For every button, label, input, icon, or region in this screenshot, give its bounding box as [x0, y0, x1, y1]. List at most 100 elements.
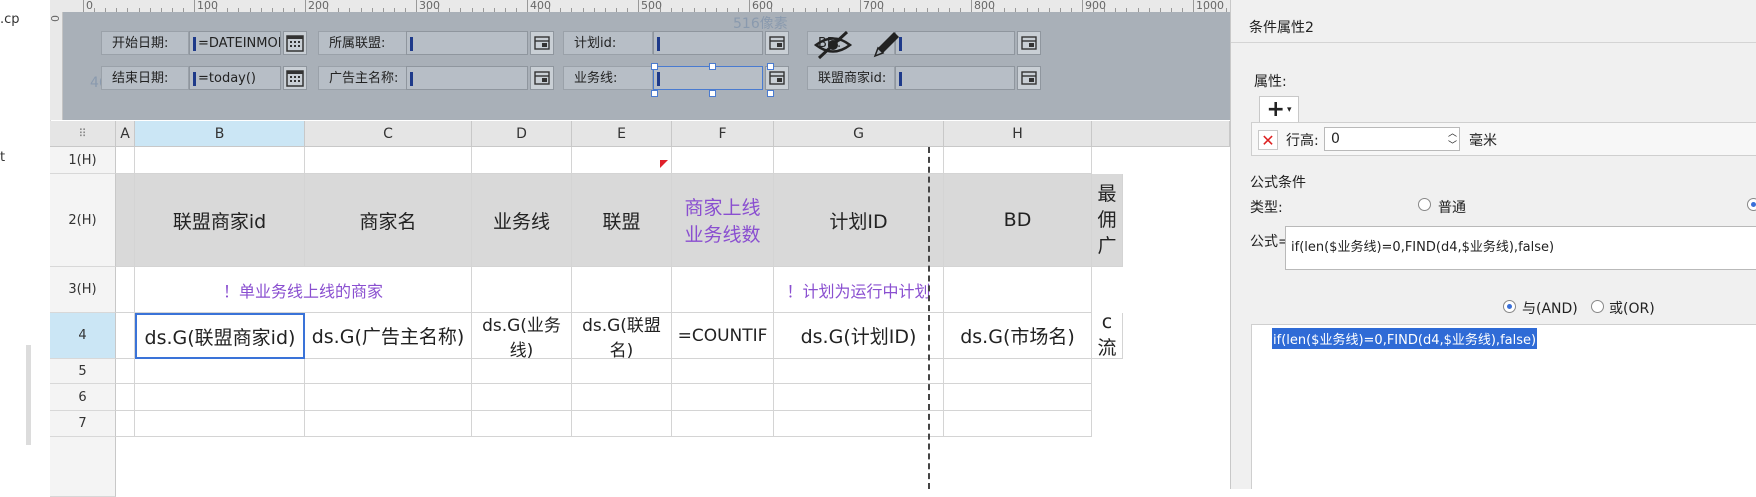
grid-cell[interactable]	[135, 359, 305, 384]
grid-cell[interactable]	[305, 411, 472, 437]
condition-list[interactable]: if(len($业务线)=0,FIND(d4,$业务线),false)	[1251, 324, 1756, 489]
list-picker-icon[interactable]	[530, 66, 554, 90]
grid-cell[interactable]	[944, 267, 1092, 313]
calendar-icon[interactable]	[283, 66, 307, 90]
grid-cell[interactable]	[944, 411, 1092, 437]
column-header[interactable]: D	[472, 121, 572, 147]
grid-cell[interactable]	[116, 359, 135, 384]
grid-cell[interactable]	[944, 384, 1092, 411]
grid-cell[interactable]	[774, 384, 944, 411]
row-header[interactable]: 7	[50, 411, 116, 437]
grid-cell[interactable]	[944, 359, 1092, 384]
grid-cell[interactable]	[116, 147, 135, 174]
header-cell[interactable]: 商家上线业务线数	[672, 174, 774, 267]
grid-cell[interactable]	[944, 147, 1092, 174]
hidden-eye-icon[interactable]	[813, 30, 853, 64]
grid-cell[interactable]	[472, 411, 572, 437]
calendar-icon[interactable]	[283, 31, 307, 55]
param-input[interactable]	[895, 66, 1015, 90]
type-formula-radio[interactable]	[1747, 198, 1756, 211]
grid-cell[interactable]	[472, 147, 572, 174]
formula-cell[interactable]: ds.G(计划ID)	[774, 313, 944, 359]
grid-cell[interactable]	[116, 384, 135, 411]
condition-item-selected[interactable]: if(len($业务线)=0,FIND(d4,$业务线),false)	[1272, 328, 1538, 349]
row-header[interactable]: 3(H)	[50, 267, 116, 313]
header-cell[interactable]: 计划ID	[774, 174, 944, 267]
column-header[interactable]: A	[116, 121, 135, 147]
grid-cell[interactable]	[672, 147, 774, 174]
formula-cell[interactable]: ds.G(联盟商家id)	[135, 313, 305, 359]
grid-cell[interactable]	[672, 411, 774, 437]
grid-cell[interactable]	[305, 384, 472, 411]
selection-handle[interactable]	[767, 63, 774, 70]
grid-cell[interactable]	[135, 384, 305, 411]
header-cell[interactable]: 业务线	[472, 174, 572, 267]
formula-cell[interactable]: c流	[1092, 313, 1123, 359]
grid-cell[interactable]	[572, 411, 672, 437]
column-header[interactable]: H	[944, 121, 1092, 147]
grid-cell[interactable]	[472, 359, 572, 384]
grid-cell[interactable]	[116, 313, 135, 359]
header-cell[interactable]: BD	[944, 174, 1092, 267]
formula-cell[interactable]: ds.G(广告主名称)	[305, 313, 472, 359]
row-header[interactable]: 5	[50, 359, 116, 384]
delete-icon[interactable]: ✕	[1258, 130, 1278, 150]
grid-cell[interactable]	[135, 411, 305, 437]
formula-input[interactable]: if(len($业务线)=0,FIND(d4,$业务线),false)	[1285, 226, 1756, 270]
param-input[interactable]	[653, 31, 763, 55]
report-grid[interactable]: ⠿ A B C D E F G H 1(H) 2(H) 3(H) 4 5 6 7 联盟商家id 商家名 业务线 联盟商…	[50, 121, 1230, 497]
formula-cell[interactable]: ds.G(联盟名)	[572, 313, 672, 359]
selection-handle[interactable]	[709, 63, 716, 70]
grid-cell[interactable]	[572, 384, 672, 411]
column-header[interactable]: E	[572, 121, 672, 147]
logic-or-radio[interactable]	[1591, 300, 1604, 313]
column-header-partial[interactable]	[1092, 121, 1230, 147]
grid-cell[interactable]	[572, 147, 672, 174]
list-picker-icon[interactable]	[530, 31, 554, 55]
grid-cell[interactable]	[774, 147, 944, 174]
column-header[interactable]: C	[305, 121, 472, 147]
header-cell[interactable]: 联盟	[572, 174, 672, 267]
grid-cell[interactable]	[116, 411, 135, 437]
grid-cell[interactable]	[672, 384, 774, 411]
grid-cell[interactable]	[672, 267, 774, 313]
scrollbar[interactable]	[26, 345, 31, 445]
list-picker-icon[interactable]	[1017, 66, 1041, 90]
stepper-down-icon[interactable]: ﹀	[1448, 138, 1457, 151]
row-header[interactable]: 1(H)	[50, 147, 116, 174]
row-header[interactable]: 6	[50, 384, 116, 411]
grid-cell[interactable]	[116, 267, 135, 313]
grid-cell[interactable]	[472, 267, 572, 313]
selection-handle[interactable]	[651, 63, 658, 70]
row-header[interactable]: 4	[50, 313, 116, 359]
formula-cell[interactable]: ds.G(市场名)	[944, 313, 1092, 359]
param-input[interactable]	[895, 31, 1015, 55]
grid-cell[interactable]	[572, 359, 672, 384]
grid-cell[interactable]	[774, 411, 944, 437]
pencil-icon[interactable]	[869, 26, 905, 66]
param-input[interactable]	[406, 31, 528, 55]
list-picker-icon[interactable]	[1017, 31, 1041, 55]
parameter-panel[interactable]: 516像素 46像素 开始日期:=DATEINMON所属联盟:计划id:BD:结…	[63, 12, 1230, 120]
grid-cell[interactable]	[472, 384, 572, 411]
grid-cell[interactable]	[135, 147, 305, 174]
row-header[interactable]: 2(H)	[50, 174, 116, 267]
header-cell[interactable]: 商家名	[305, 174, 472, 267]
param-input[interactable]	[406, 66, 528, 90]
type-normal-radio[interactable]	[1418, 198, 1431, 211]
grid-cell[interactable]	[774, 359, 944, 384]
column-header[interactable]: F	[672, 121, 774, 147]
selection-handle[interactable]	[651, 90, 658, 97]
header-cell[interactable]: 联盟商家id	[135, 174, 305, 267]
note-cell[interactable]: ！计划为运行中计划	[774, 267, 944, 313]
selection-handle[interactable]	[709, 90, 716, 97]
column-header[interactable]: G	[774, 121, 944, 147]
header-cell[interactable]: 最佣广	[1092, 174, 1123, 267]
selection-handle[interactable]	[767, 90, 774, 97]
grid-cell[interactable]	[305, 147, 472, 174]
grid-cell[interactable]	[672, 359, 774, 384]
param-input[interactable]: =DATEINMON	[189, 31, 281, 55]
logic-and-radio[interactable]	[1503, 300, 1516, 313]
grid-cell[interactable]	[572, 267, 672, 313]
note-cell[interactable]: ！单业务线上线的商家	[135, 267, 472, 313]
